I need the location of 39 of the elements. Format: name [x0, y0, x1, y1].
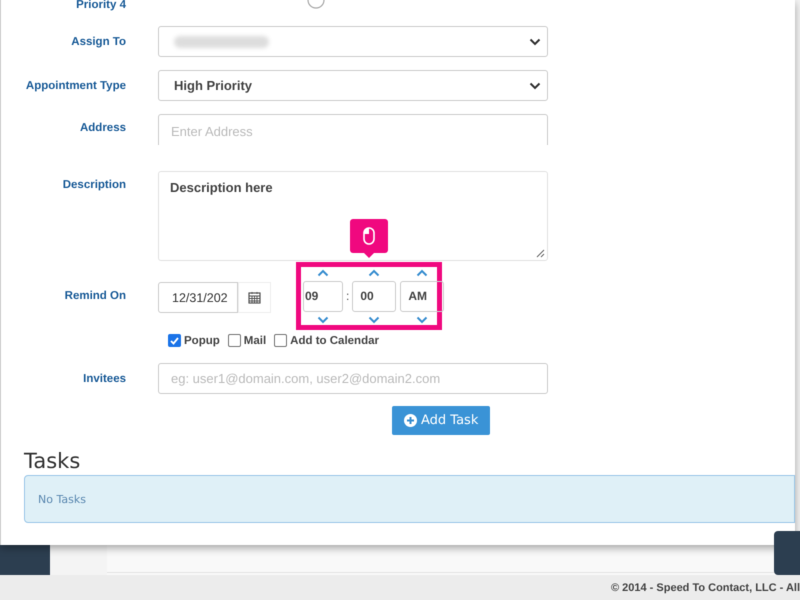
field-label: Appointment Type	[24, 80, 126, 92]
chevron-down-icon[interactable]	[317, 316, 329, 324]
period-button[interactable]: AM	[400, 280, 444, 312]
checkbox[interactable]	[228, 334, 241, 347]
address-field[interactable]: Enter Address	[158, 114, 548, 145]
chevron-down-icon	[529, 82, 541, 90]
plus-circle-icon	[404, 414, 417, 427]
field-label: Address	[78, 122, 126, 134]
copyright-text: © 2014 - Speed To Contact, LLC - All	[610, 582, 800, 594]
chevron-up-icon[interactable]	[416, 268, 428, 276]
appointment-type-select[interactable]: High Priority	[158, 70, 548, 101]
checkbox-label[interactable]: Mail	[244, 334, 266, 346]
calendar-button[interactable]	[238, 282, 271, 313]
chevron-up-icon[interactable]	[368, 268, 380, 276]
checkbox[interactable]	[168, 334, 181, 347]
resize-grip-icon[interactable]	[536, 249, 545, 258]
invitees-field[interactable]: eg: user1@domain.com, user2@domain2.com	[158, 363, 548, 394]
description-field[interactable]: Description here	[158, 171, 548, 261]
checkbox[interactable]	[274, 334, 288, 347]
field-label: Remind On	[64, 290, 126, 302]
hour-field[interactable]: 09	[303, 280, 343, 312]
field-label: Priority 4	[75, 0, 126, 11]
field-label: Assign To	[70, 36, 126, 48]
chevron-down-icon[interactable]	[368, 316, 380, 324]
checkbox-label[interactable]: Add to Calendar	[290, 334, 379, 346]
field-label: Invitees	[82, 372, 126, 384]
chevron-down-icon[interactable]	[416, 316, 428, 324]
chevron-up-icon[interactable]	[317, 268, 329, 276]
section-title: Tasks	[24, 449, 82, 473]
mouse-icon	[363, 227, 375, 245]
sidebar-background	[0, 545, 50, 575]
minute-field[interactable]: 00	[352, 280, 396, 312]
chevron-down-icon	[529, 38, 541, 46]
time-separator: :	[346, 289, 350, 303]
calendar-icon	[248, 291, 261, 304]
empty-tasks-alert: No Tasks	[24, 475, 795, 523]
date-field[interactable]: 12/31/202	[158, 282, 238, 313]
checkbox-label[interactable]: Popup	[184, 334, 220, 346]
field-label: Description	[62, 179, 126, 191]
